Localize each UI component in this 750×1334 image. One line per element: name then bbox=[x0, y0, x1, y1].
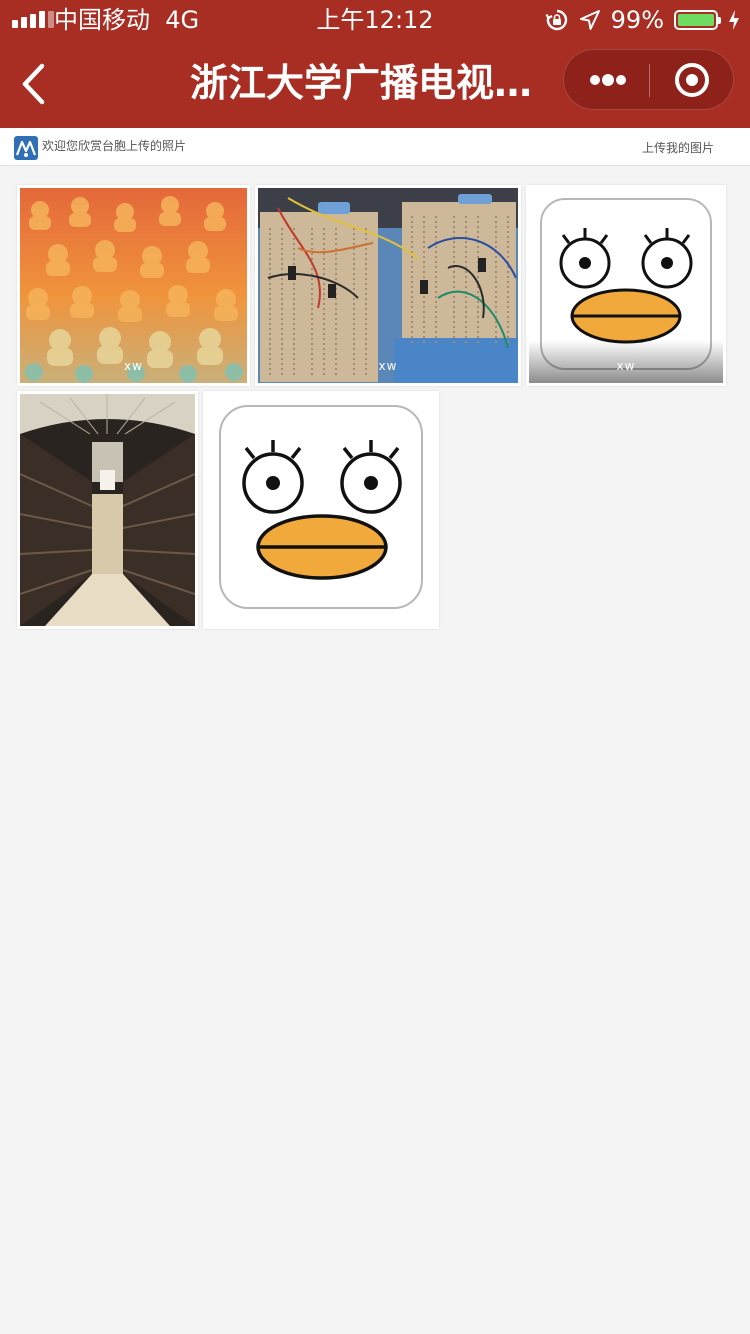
more-button[interactable] bbox=[564, 50, 649, 109]
duck-face-image bbox=[529, 188, 723, 383]
header-strip: 欢迎您欣赏台胞上传的照片 上传我的图片 bbox=[0, 128, 750, 166]
photo-image: xw bbox=[258, 188, 518, 383]
photo-card[interactable]: xw bbox=[17, 185, 250, 386]
chevron-left-icon bbox=[22, 63, 45, 105]
photo-card[interactable] bbox=[17, 391, 198, 629]
orientation-lock-icon bbox=[545, 9, 567, 31]
silhouettes-painting-image bbox=[20, 188, 247, 383]
photo-image bbox=[206, 394, 436, 626]
welcome-text: 欢迎您欣赏台胞上传的照片 bbox=[42, 139, 187, 153]
library-hall-image bbox=[20, 394, 195, 626]
close-button[interactable] bbox=[650, 50, 734, 109]
mini-program-capsule bbox=[563, 49, 734, 110]
photo-card[interactable] bbox=[203, 391, 439, 629]
photo-image: xw bbox=[529, 188, 723, 383]
photo-card[interactable]: xw bbox=[255, 185, 521, 386]
top-bar: 中国移动 4G 上午12:12 99% 浙江大学广播电视… bbox=[0, 0, 750, 128]
status-bar: 中国移动 4G 上午12:12 99% bbox=[0, 0, 750, 40]
status-right: 99% bbox=[545, 6, 740, 34]
breadboard-image bbox=[258, 188, 518, 383]
back-button[interactable] bbox=[14, 58, 54, 110]
photo-card[interactable]: xw bbox=[526, 185, 726, 386]
charging-bolt-icon bbox=[729, 10, 739, 30]
battery-percent: 99% bbox=[610, 6, 664, 34]
location-arrow-icon bbox=[579, 10, 600, 30]
photo-caption: xw bbox=[378, 359, 398, 373]
page-title: 浙江大学广播电视… bbox=[190, 61, 533, 105]
battery-icon bbox=[674, 10, 721, 30]
station-logo-icon bbox=[14, 136, 38, 160]
photo-image: xw bbox=[20, 188, 247, 383]
duck-face-image bbox=[206, 394, 436, 626]
photo-caption: xw bbox=[124, 359, 143, 373]
photo-caption: xw bbox=[616, 359, 636, 373]
battery-fill bbox=[678, 14, 714, 26]
photo-image bbox=[20, 394, 195, 626]
upload-my-photos-link[interactable]: 上传我的图片 bbox=[642, 140, 714, 156]
